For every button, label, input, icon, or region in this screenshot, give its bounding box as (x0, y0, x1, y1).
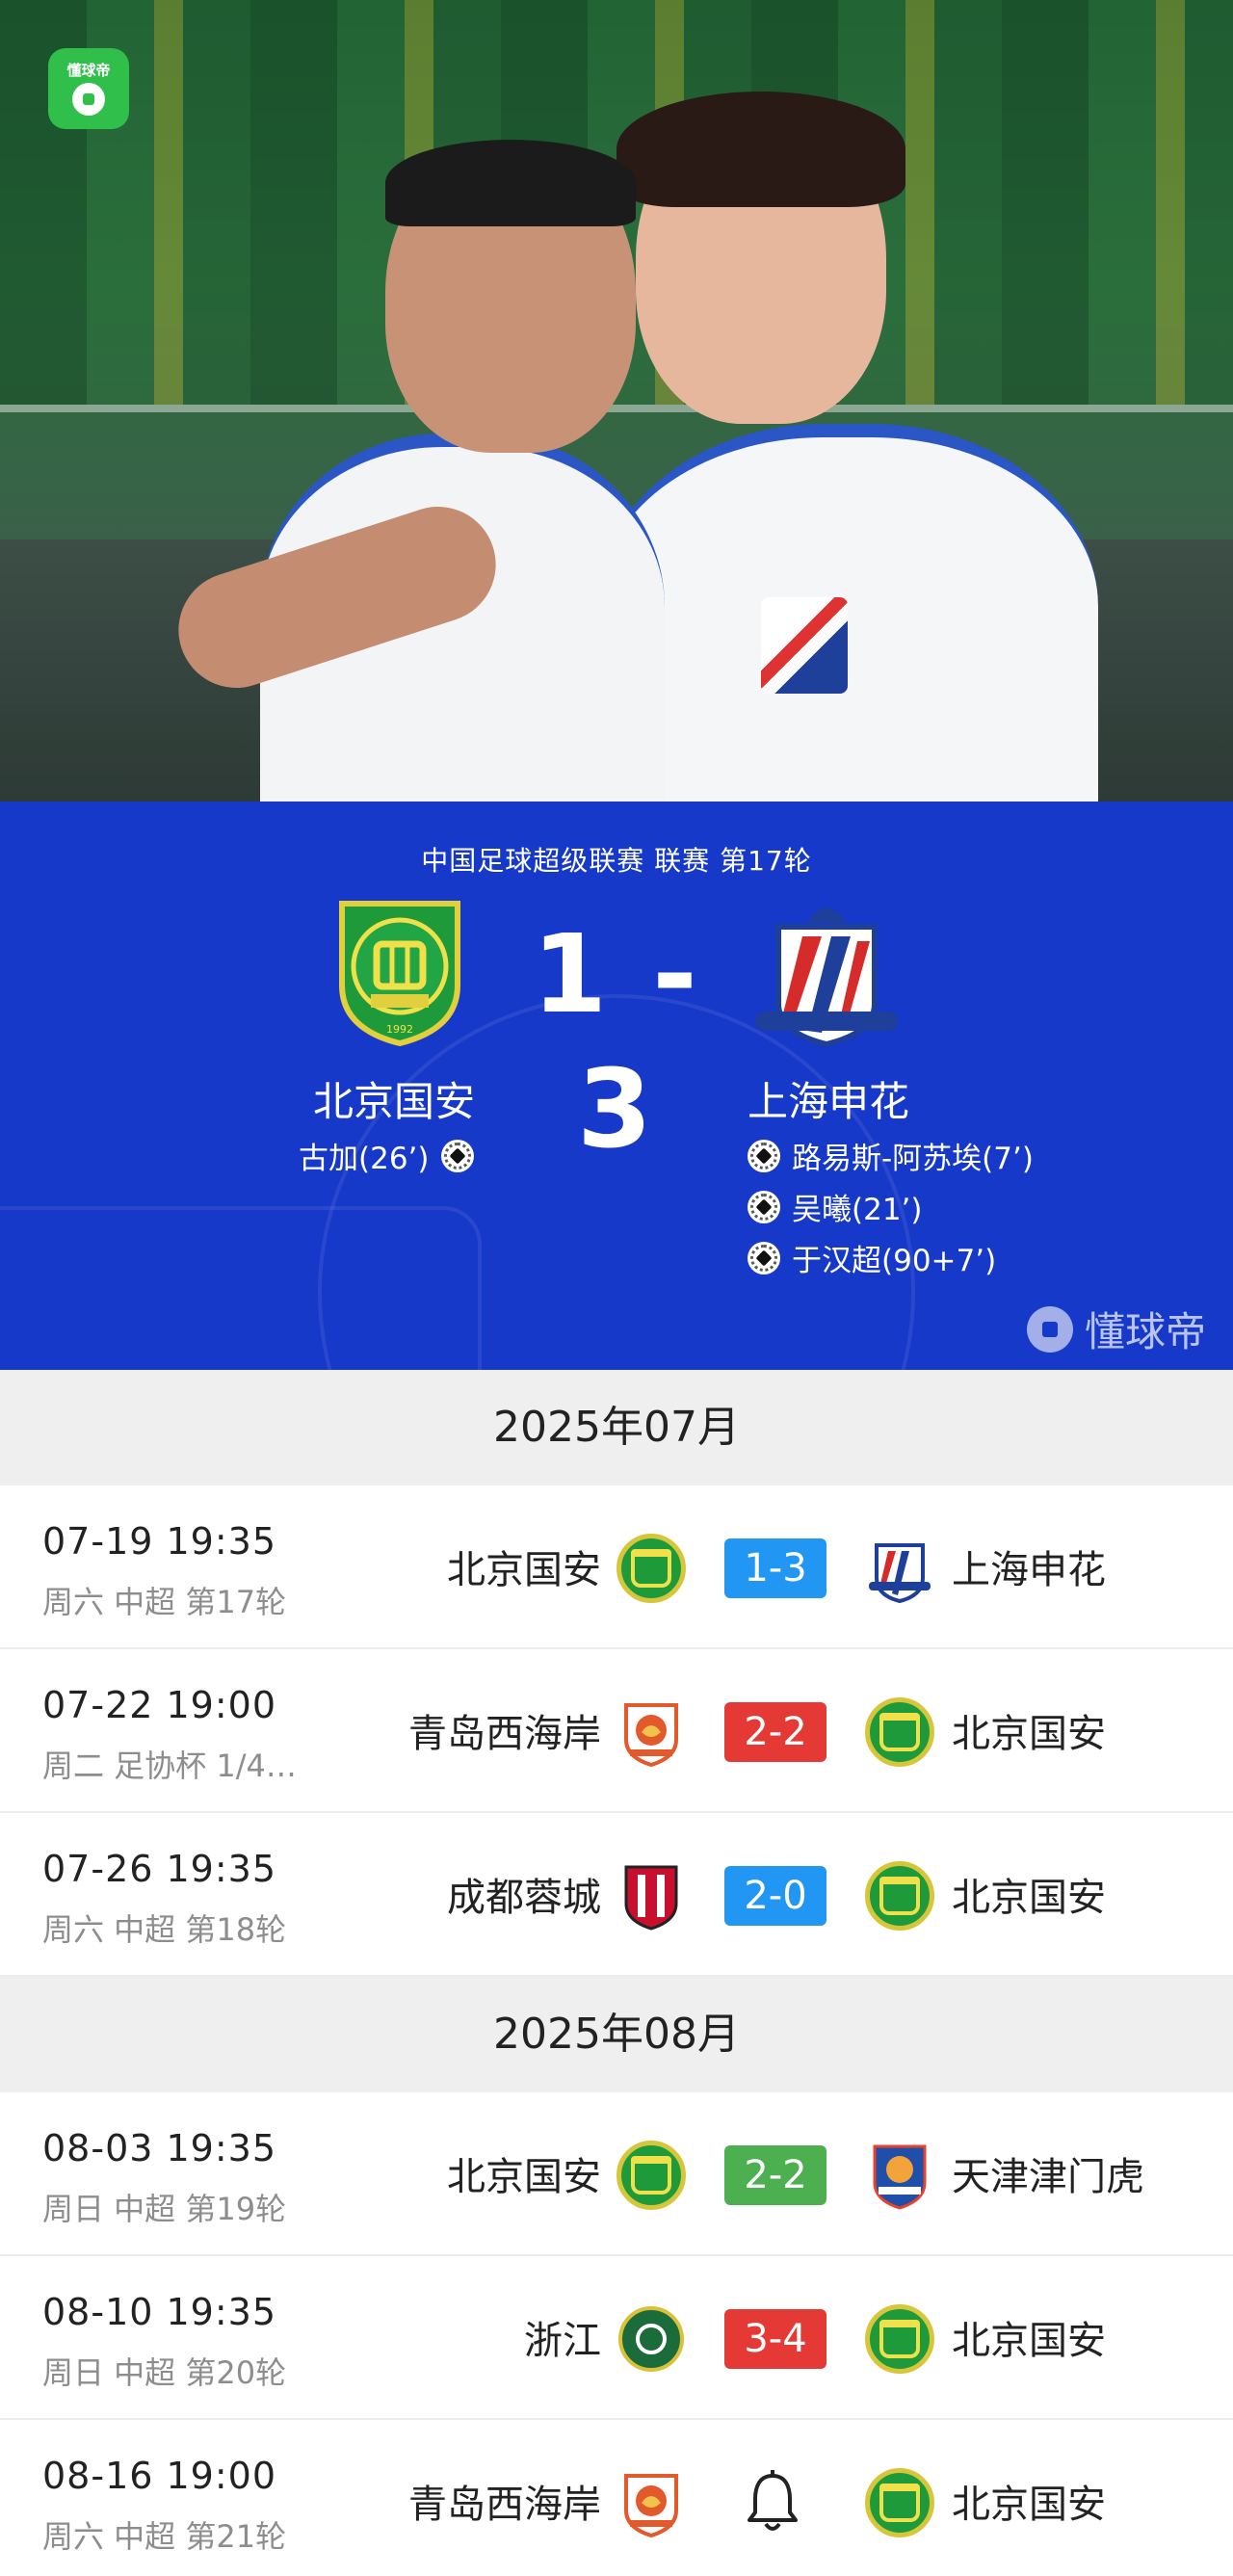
guoan-crest-icon (865, 1861, 934, 1931)
match-score: 1-3 (724, 1538, 826, 1598)
home-scorer-text: 古加(26’) (299, 1142, 430, 1176)
away-team: 上海申花 (952, 1548, 1106, 1592)
match-row[interactable]: 07-22 19:00 周二 足协杯 1/4… 青岛西海岸 2-2 北京国安 (0, 1649, 1233, 1813)
match-row[interactable]: 08-03 19:35 周日 中超 第19轮 北京国安 2-2 天津津门虎 (0, 2092, 1233, 2256)
match-time: 07-19 19:35 (42, 1520, 277, 1563)
svg-text:1992: 1992 (386, 1023, 413, 1036)
home-team: 北京国安 (447, 1548, 601, 1592)
match-score: 3-4 (724, 2309, 826, 2369)
match-meta: 周日 中超 第20轮 (42, 2354, 287, 2391)
app-logo[interactable]: 懂球帝 (48, 48, 129, 129)
away-scorer: 吴曦(21’) (748, 1185, 923, 1228)
guoan-crest-icon (616, 2141, 686, 2210)
match-time: 07-22 19:00 (42, 1684, 277, 1726)
match-row[interactable]: 08-10 19:35 周日 中超 第20轮 浙江 3-4 北京国安 (0, 2256, 1233, 2420)
football-icon (72, 83, 105, 116)
watermark-logo-icon (1026, 1305, 1073, 1353)
football-icon (748, 1241, 780, 1275)
match-meta: 周六 中超 第18轮 (42, 1911, 287, 1948)
away-team: 北京国安 (952, 1712, 1106, 1756)
competition-title: 中国足球超级联赛 联赛 第17轮 (421, 845, 812, 877)
away-team: 北京国安 (952, 1876, 1106, 1920)
final-score: 1 - 3 (532, 912, 701, 1172)
month-header: 2025年08月 (0, 1977, 1233, 2092)
guoan-crest-icon (865, 1697, 934, 1767)
match-time: 08-16 19:00 (42, 2455, 277, 2497)
guoan-crest-icon: 1992 (339, 901, 460, 1047)
match-row[interactable]: 08-16 19:00 周六 中超 第21轮 青岛西海岸 北京国安 (0, 2420, 1233, 2576)
guoan-crest-icon (865, 2468, 934, 2537)
home-scorer: 古加(26’) (299, 1134, 474, 1177)
chengdu-crest-icon (624, 1865, 678, 1931)
away-team-name[interactable]: 上海申花 (748, 1069, 909, 1128)
shenhua-crest-icon (755, 907, 898, 1048)
away-team: 天津津门虎 (952, 2155, 1144, 2199)
match-row[interactable]: 07-19 19:35 周六 中超 第17轮 北京国安 1-3 上海申花 (0, 1485, 1233, 1649)
match-score: 2-0 (724, 1866, 826, 1926)
watermark-text: 懂球帝 (1084, 1308, 1206, 1355)
match-meta: 周二 足协杯 1/4… (42, 1748, 297, 1784)
panel-decoration (0, 1206, 482, 1370)
home-team: 成都蓉城 (447, 1876, 601, 1920)
match-score: 2-2 (724, 1702, 826, 1762)
player-hair-left (385, 140, 636, 226)
zhejiang-crest-icon (618, 2306, 684, 2372)
home-team: 浙江 (524, 2319, 601, 2363)
month-header: 2025年07月 (0, 1370, 1233, 1485)
guoan-crest-icon (616, 1534, 686, 1603)
home-team: 北京国安 (447, 2155, 601, 2199)
match-row[interactable]: 07-26 19:35 周六 中超 第18轮 成都蓉城 2-0 北京国安 (0, 1813, 1233, 1977)
qingdao-crest-icon (624, 1703, 678, 1767)
match-meta: 周日 中超 第19轮 (42, 2191, 287, 2227)
stadium-rail (0, 405, 1233, 412)
away-team: 北京国安 (952, 2483, 1106, 2527)
match-time: 08-10 19:35 (42, 2291, 277, 2333)
match-meta: 周六 中超 第21轮 (42, 2518, 287, 2555)
tianjin-crest-icon (873, 2144, 927, 2210)
qingdao-crest-icon (624, 2474, 678, 2537)
match-meta: 周六 中超 第17轮 (42, 1584, 287, 1620)
away-team: 北京国安 (952, 2319, 1106, 2363)
shirt-badge (761, 597, 848, 694)
away-scorer-text: 吴曦(21’) (792, 1193, 923, 1227)
match-score-panel[interactable]: 中国足球超级联赛 联赛 第17轮 1992 1 - 3 北京国安 上海申花 古加… (0, 802, 1233, 1370)
match-score: 2-2 (724, 2145, 826, 2205)
away-scorer-text: 路易斯-阿苏埃(7’) (792, 1142, 1034, 1176)
hero-photo: 懂球帝 (0, 0, 1233, 802)
home-team: 青岛西海岸 (408, 2483, 601, 2527)
player-hair-right (616, 92, 905, 207)
player-jersey-right (597, 424, 1098, 802)
football-icon (440, 1139, 474, 1172)
app-logo-text: 懂球帝 (66, 62, 111, 79)
match-time: 08-03 19:35 (42, 2127, 277, 2169)
football-icon (748, 1190, 780, 1223)
shenhua-crest-icon (869, 1543, 931, 1603)
away-scorer-text: 于汉超(90+7’) (792, 1244, 997, 1278)
football-icon (748, 1139, 780, 1172)
match-time: 07-26 19:35 (42, 1848, 277, 1890)
home-team-name[interactable]: 北京国安 (313, 1069, 475, 1128)
home-team: 青岛西海岸 (408, 1712, 601, 1756)
guoan-crest-icon (865, 2304, 934, 2374)
watermark: 懂球帝 (1026, 1300, 1206, 1358)
away-scorer: 于汉超(90+7’) (748, 1236, 996, 1279)
away-scorer: 路易斯-阿苏埃(7’) (748, 1134, 1034, 1177)
bell-icon[interactable] (742, 2468, 803, 2536)
